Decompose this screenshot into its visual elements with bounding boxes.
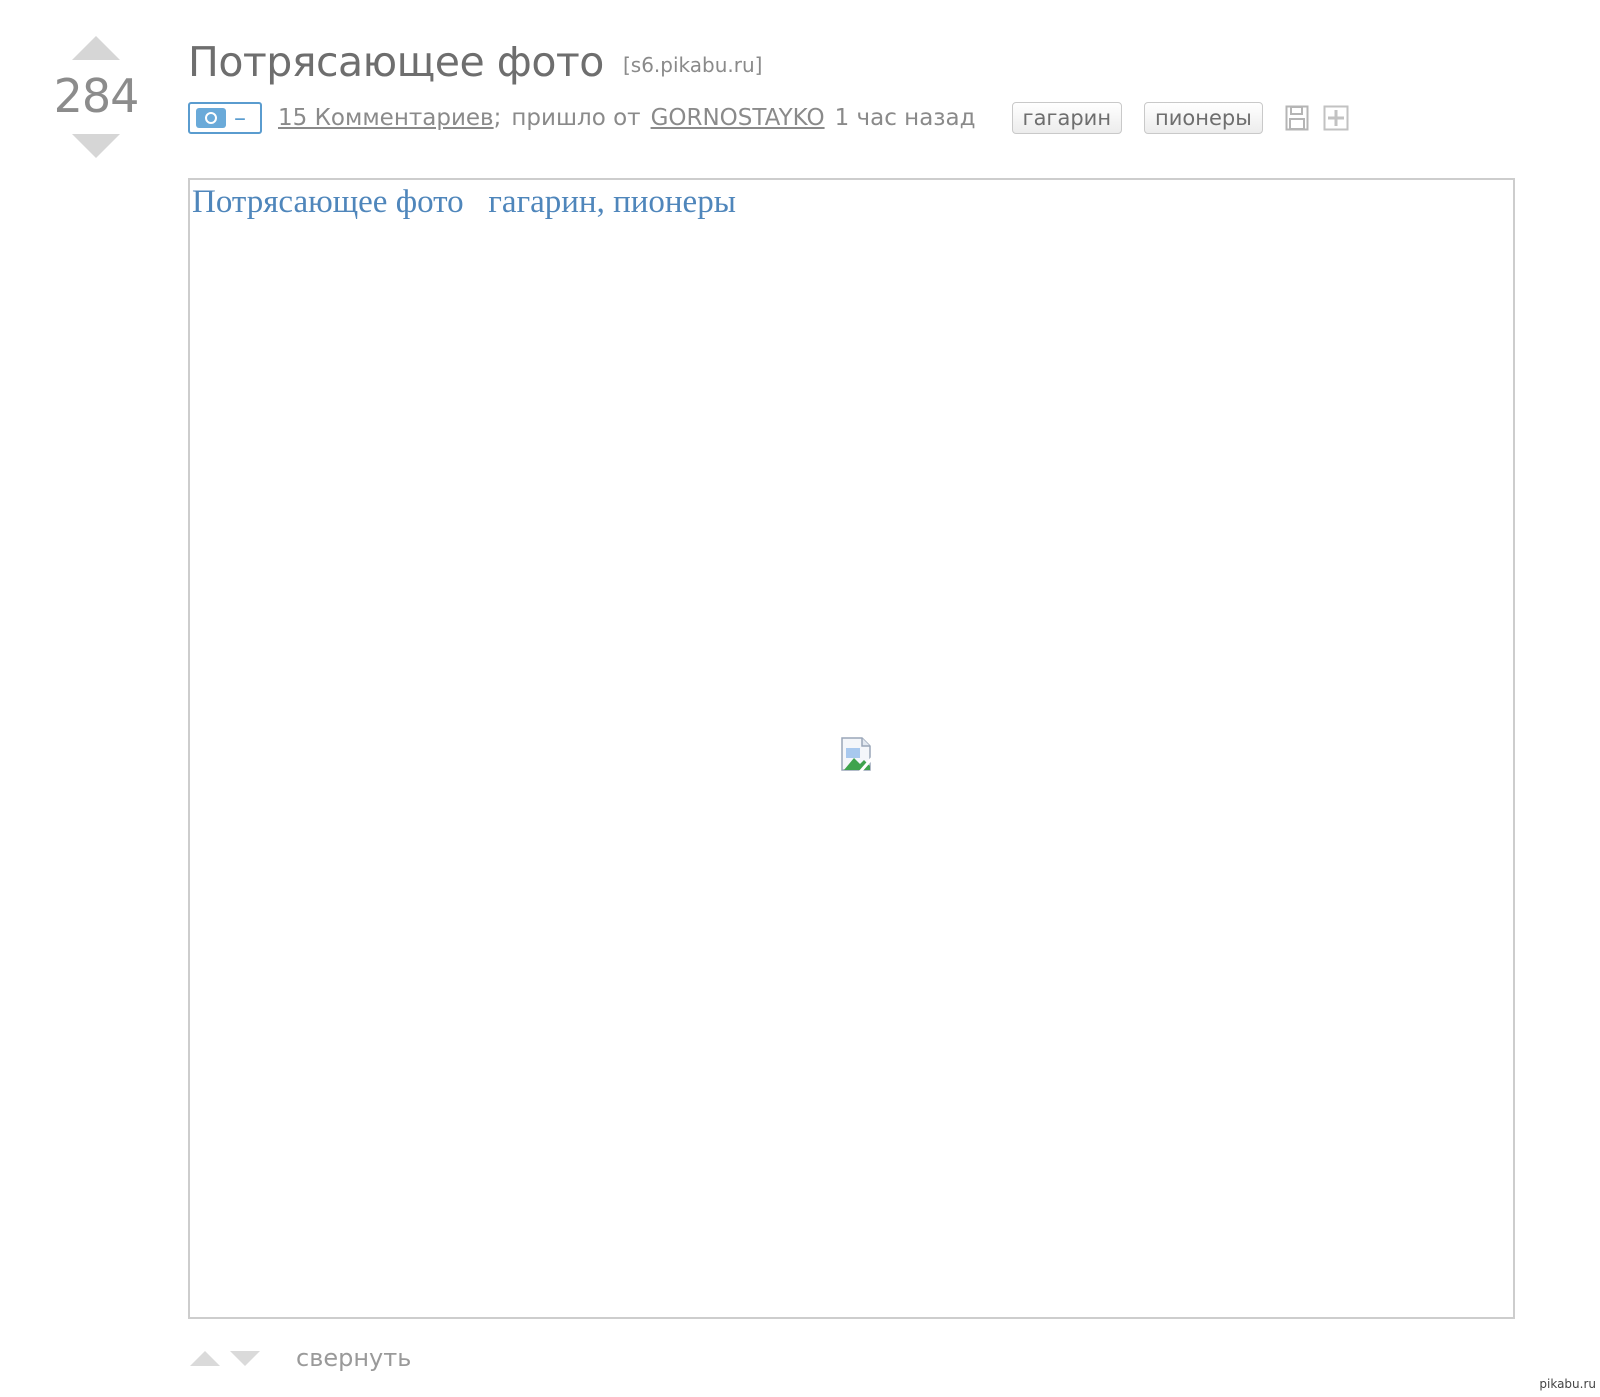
tag-gagarin[interactable]: гагарин	[1011, 102, 1123, 134]
post-page: 284 Потрясающее фото [s6.pikabu.ru] – 15…	[0, 0, 1600, 1397]
camera-icon	[196, 108, 226, 128]
upvote-arrow-icon[interactable]	[72, 36, 120, 60]
post-title[interactable]: Потрясающее фото	[188, 38, 604, 86]
collapse-link[interactable]: свернуть	[296, 1344, 411, 1372]
small-upvote-arrow-icon[interactable]	[190, 1350, 220, 1366]
watermark: pikabu.ru	[1539, 1377, 1596, 1391]
time-ago: 1 час назад	[834, 105, 976, 131]
post-header: Потрясающее фото [s6.pikabu.ru]	[188, 38, 762, 86]
vote-panel: 284	[50, 36, 142, 158]
plus-icon[interactable]	[1323, 105, 1349, 131]
small-downvote-arrow-icon[interactable]	[230, 1350, 260, 1366]
meta-separator: ;	[493, 105, 502, 131]
photo-toggle-button[interactable]: –	[188, 102, 262, 134]
author-link[interactable]: GORNOSTAYKO	[651, 105, 825, 131]
save-icon[interactable]	[1285, 105, 1309, 131]
from-text: пришло от	[511, 105, 641, 131]
post-image-frame: Потрясающее фото гагарин, пионеры	[188, 178, 1515, 1319]
broken-image-icon	[841, 737, 874, 772]
comments-link[interactable]: 15 Комментариев	[278, 105, 494, 131]
image-alt-text: Потрясающее фото гагарин, пионеры	[192, 184, 736, 220]
post-footer: свернуть	[190, 1342, 411, 1374]
post-meta: – 15 Комментариев; пришло от GORNOSTAYKO…	[188, 100, 1349, 136]
post-domain: [s6.pikabu.ru]	[622, 53, 763, 77]
tag-pionery[interactable]: пионеры	[1144, 102, 1263, 134]
rating-counter: 284	[53, 69, 140, 123]
minus-icon: –	[234, 104, 246, 132]
downvote-arrow-icon[interactable]	[72, 134, 120, 158]
